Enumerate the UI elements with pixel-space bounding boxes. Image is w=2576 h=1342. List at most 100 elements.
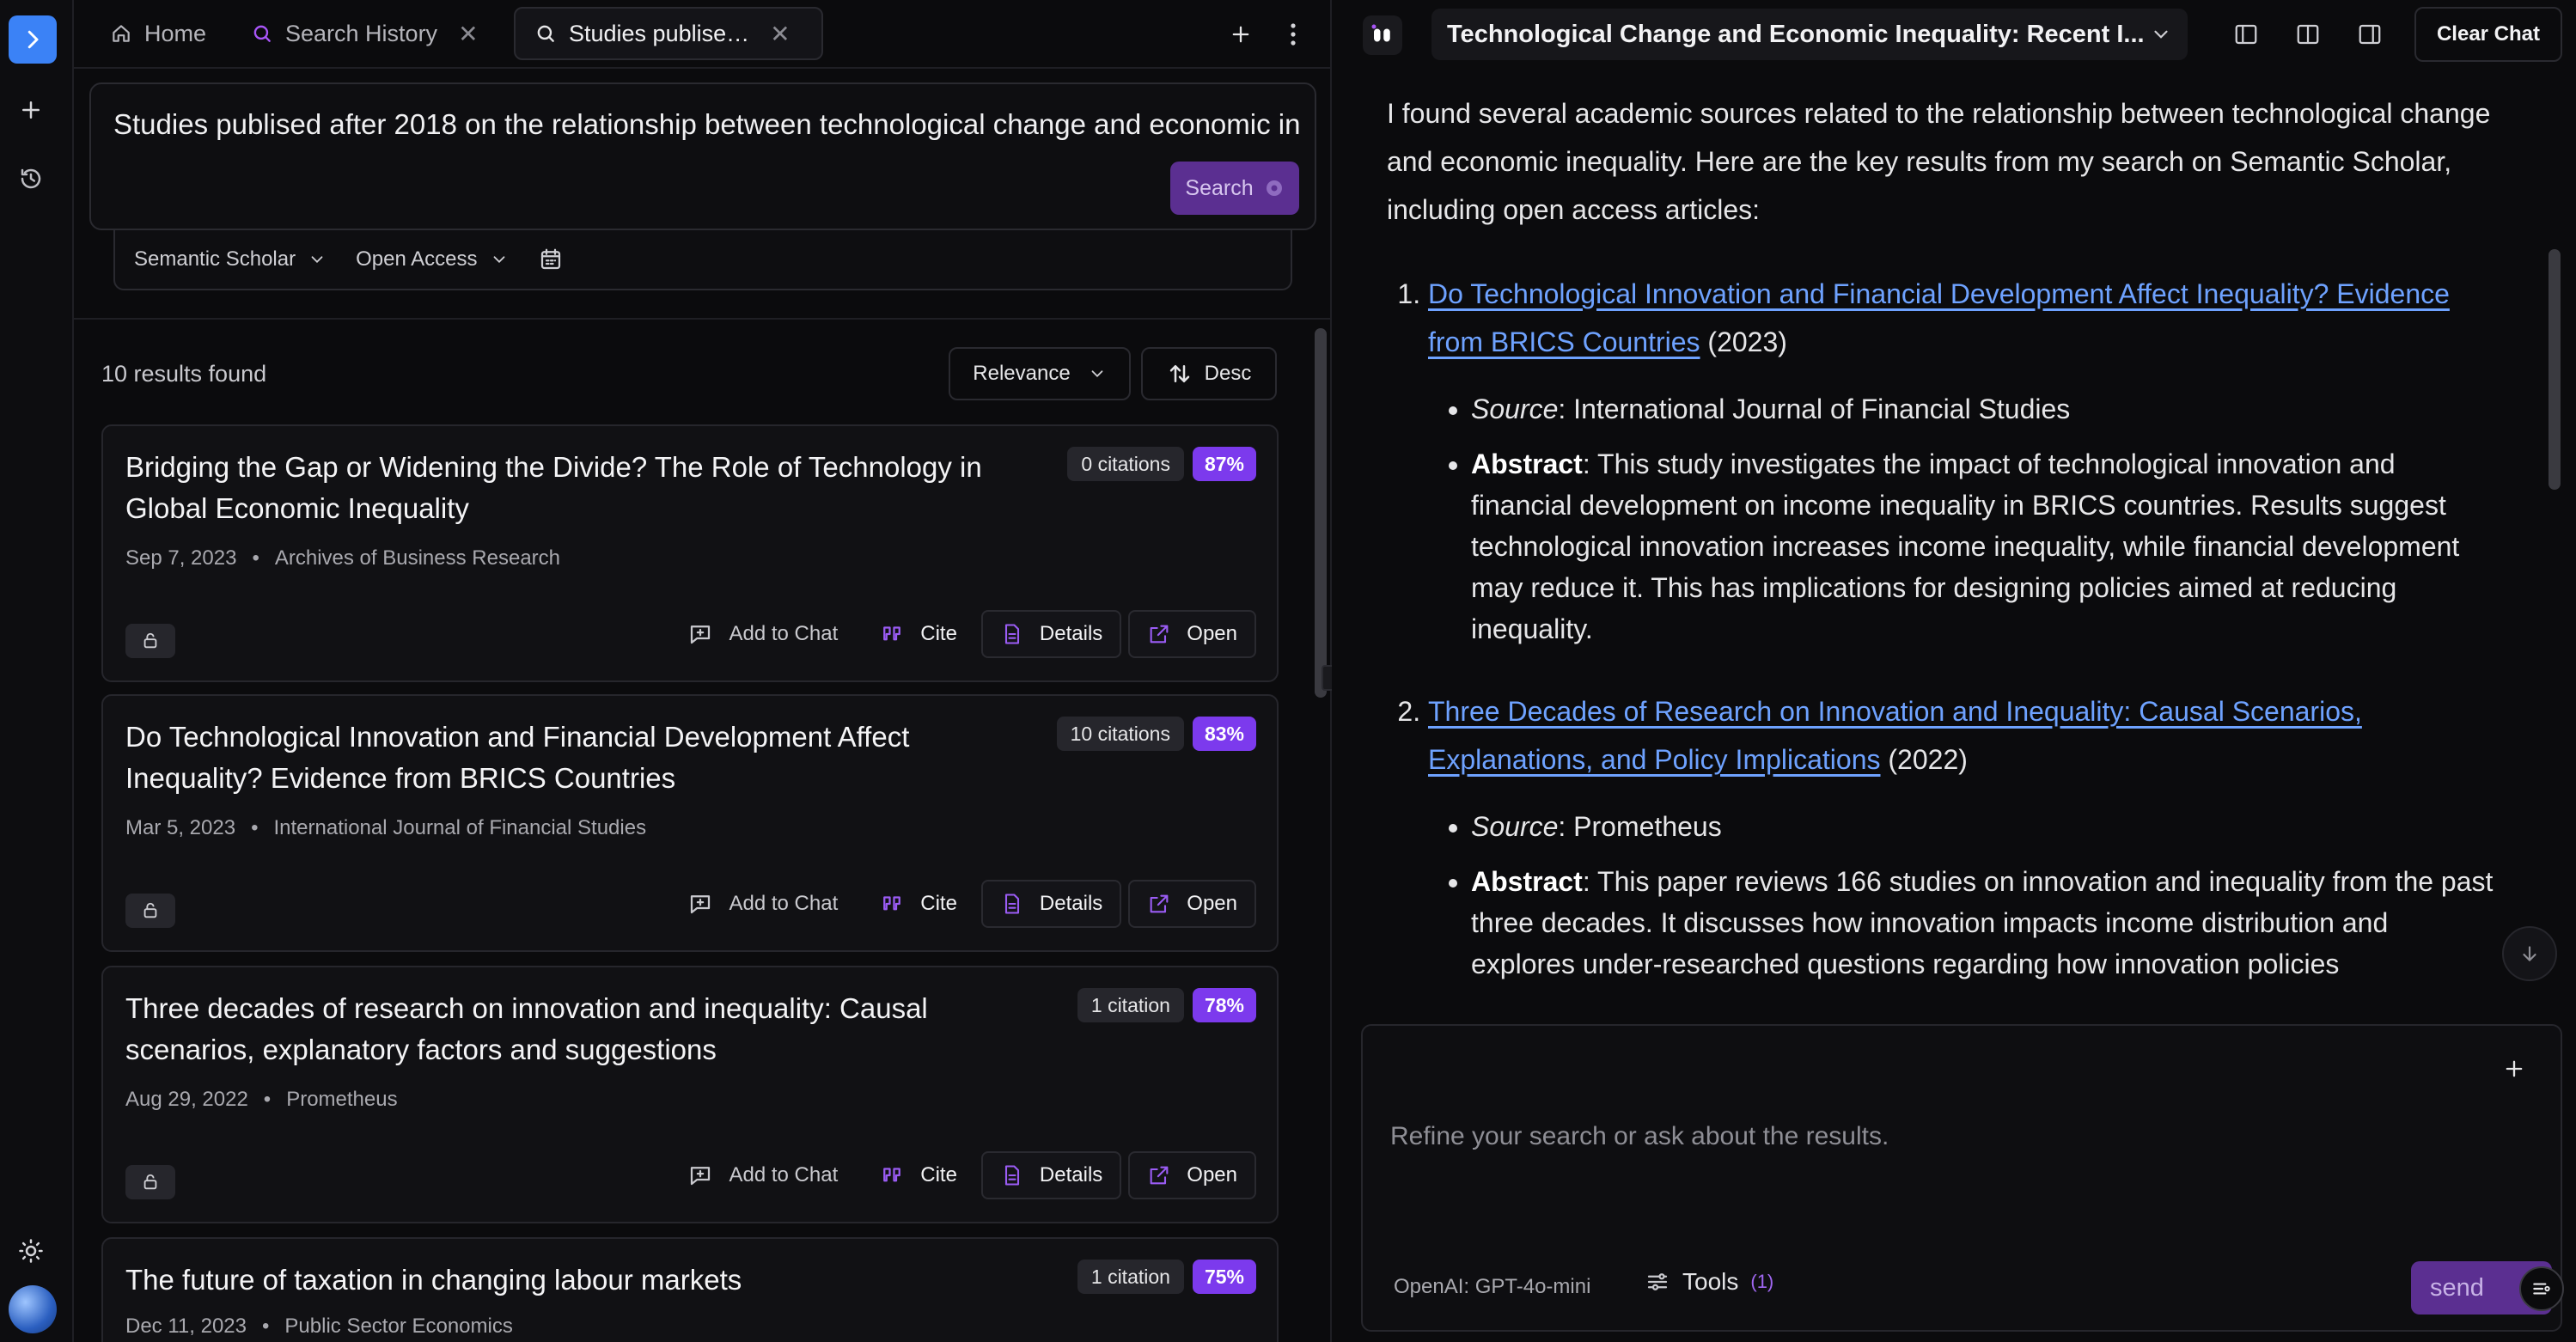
tab-home[interactable]: Home — [91, 7, 225, 60]
result-title[interactable]: Three decades of research on innovation … — [125, 988, 1019, 1071]
new-tab-button[interactable] — [1224, 17, 1258, 52]
sort-by-dropdown[interactable]: Relevance — [949, 347, 1131, 400]
chat-scrollbar[interactable] — [2545, 77, 2564, 1005]
model-selector[interactable]: OpenAI: GPT-4o-mini — [1394, 1275, 1590, 1299]
tab-bar: Home Search History ✕ Studies publise… ✕ — [74, 0, 1330, 69]
cite-label: Cite — [920, 1163, 957, 1186]
result-title[interactable]: The future of taxation in changing labou… — [125, 1260, 985, 1301]
logo-icon — [1371, 24, 1390, 42]
assistant-message: I found several academic sources related… — [1387, 89, 2495, 1014]
paper-details: Source: International Journal of Financi… — [1428, 388, 2495, 650]
add-to-chat-button[interactable]: Add to Chat — [670, 610, 855, 658]
close-icon[interactable]: ✕ — [770, 20, 790, 48]
add-to-chat-button[interactable]: Add to Chat — [670, 1151, 855, 1199]
chat-header: Technological Change and Economic Inequa… — [1332, 0, 2576, 69]
user-avatar[interactable] — [9, 1285, 57, 1333]
chat-pane: Technological Change and Economic Inequa… — [1332, 0, 2576, 1342]
paper-link[interactable]: Do Technological Innovation and Financia… — [1428, 278, 2450, 357]
results-count: 10 results found — [101, 361, 267, 387]
details-button[interactable]: Details — [980, 880, 1122, 928]
layout-left-button[interactable] — [2231, 19, 2262, 50]
date-filter-button[interactable] — [538, 247, 564, 272]
details-label: Details — [1039, 892, 1103, 915]
plus-icon — [22, 101, 40, 119]
layout-right-button[interactable] — [2354, 19, 2385, 50]
search-filters: Semantic Scholar Open Access — [113, 230, 1292, 290]
more-options-button[interactable] — [1280, 17, 1306, 52]
result-title[interactable]: Bridging the Gap or Widening the Divide?… — [125, 447, 1019, 529]
tab-search-history[interactable]: Search History ✕ — [232, 7, 497, 60]
open-button[interactable]: Open — [1128, 610, 1256, 658]
app-logo — [1363, 15, 1402, 55]
details-button[interactable]: Details — [980, 610, 1122, 658]
plus-icon — [2506, 1060, 2523, 1077]
add-to-chat-button[interactable]: Add to Chat — [670, 880, 855, 928]
details-button[interactable]: Details — [980, 1151, 1122, 1199]
result-card[interactable]: The future of taxation in changing labou… — [101, 1237, 1279, 1342]
sort-direction-button[interactable]: Desc — [1141, 347, 1277, 400]
sort-by-label: Relevance — [973, 362, 1071, 385]
paper-year: (2023) — [1707, 326, 1787, 357]
result-date: Mar 5, 2023 — [125, 816, 236, 839]
scroll-to-bottom-button[interactable] — [2502, 926, 2557, 981]
result-venue: Prometheus — [286, 1088, 398, 1111]
paper-abstract: Abstract: This study investigates the im… — [1471, 443, 2495, 650]
app-root: Home Search History ✕ Studies publise… ✕… — [0, 0, 2576, 1342]
abstract-text: : This study investigates the impact of … — [1471, 448, 2460, 644]
result-card[interactable]: Do Technological Innovation and Financia… — [101, 694, 1279, 952]
paper-details: Source: Prometheus Abstract: This paper … — [1428, 806, 2495, 985]
result-meta: Sep 7, 2023 • Archives of Business Researc… — [125, 546, 560, 570]
scrollbar-thumb[interactable] — [1315, 328, 1327, 698]
results-scrollbar[interactable] — [1311, 320, 1330, 1342]
layout-split-button[interactable] — [2292, 19, 2323, 50]
separator-dot: • — [262, 1315, 270, 1338]
scrollbar-thumb[interactable] — [2549, 249, 2561, 490]
chevron-down-icon — [493, 256, 504, 264]
result-title[interactable]: Do Technological Innovation and Financia… — [125, 717, 1019, 799]
result-meta: Dec 11, 2023 • Public Sector Economics — [125, 1315, 513, 1339]
floating-menu-button[interactable] — [2519, 1266, 2564, 1311]
tab-current-search[interactable]: Studies publise… ✕ — [514, 7, 823, 60]
panel-right-icon — [2359, 24, 2381, 45]
result-card[interactable]: Bridging the Gap or Widening the Divide?… — [101, 424, 1279, 682]
open-button[interactable]: Open — [1128, 880, 1256, 928]
search-button[interactable]: Search — [1170, 162, 1299, 215]
document-icon — [1004, 624, 1019, 644]
sidebar-toggle-button[interactable] — [9, 15, 57, 64]
access-filter-dropdown[interactable]: Open Access — [356, 247, 508, 271]
quote-icon — [883, 896, 901, 911]
history-icon — [21, 168, 41, 189]
result-list: Do Technological Innovation and Financia… — [1387, 270, 2495, 985]
source-filter-dropdown[interactable]: Semantic Scholar — [134, 247, 327, 271]
history-button[interactable] — [12, 160, 50, 198]
attach-button[interactable] — [2497, 1052, 2531, 1086]
sliders-icon — [1647, 1273, 1668, 1290]
chat-title-dropdown[interactable]: Technological Change and Economic Inequa… — [1431, 9, 2188, 60]
new-search-button[interactable] — [12, 91, 50, 129]
arrow-down-icon — [2523, 946, 2536, 961]
sort-direction-label: Desc — [1204, 362, 1252, 385]
tools-button[interactable]: Tools (1) — [1645, 1268, 1773, 1296]
search-query-box[interactable]: Studies publised after 2018 on the relat… — [89, 82, 1316, 230]
lock-icon — [143, 632, 157, 649]
open-label: Open — [1187, 622, 1237, 645]
tools-count: (1) — [1750, 1271, 1774, 1292]
message-intro: I found several academic sources related… — [1387, 98, 2491, 225]
plus-icon — [1232, 26, 1249, 43]
panel-split-icon — [2297, 24, 2319, 45]
result-card[interactable]: Three decades of research on innovation … — [101, 966, 1279, 1223]
search-input[interactable]: Studies publised after 2018 on the relat… — [113, 108, 1301, 141]
cite-button[interactable]: Cite — [862, 880, 974, 928]
close-icon[interactable]: ✕ — [458, 20, 478, 48]
cite-button[interactable]: Cite — [862, 610, 974, 658]
theme-toggle-button[interactable] — [12, 1232, 50, 1270]
result-date: Sep 7, 2023 — [125, 546, 237, 570]
open-button[interactable]: Open — [1128, 1151, 1256, 1199]
document-icon — [1004, 1165, 1019, 1186]
cite-button[interactable]: Cite — [862, 1151, 974, 1199]
result-actions: Add to Chat Cite Details Open — [670, 610, 1256, 658]
cite-label: Cite — [920, 622, 957, 645]
chat-input[interactable]: Refine your search or ask about the resu… — [1390, 1122, 1889, 1151]
clear-chat-button[interactable]: Clear Chat — [2414, 7, 2562, 62]
paper-source: Source: International Journal of Financi… — [1471, 388, 2495, 430]
